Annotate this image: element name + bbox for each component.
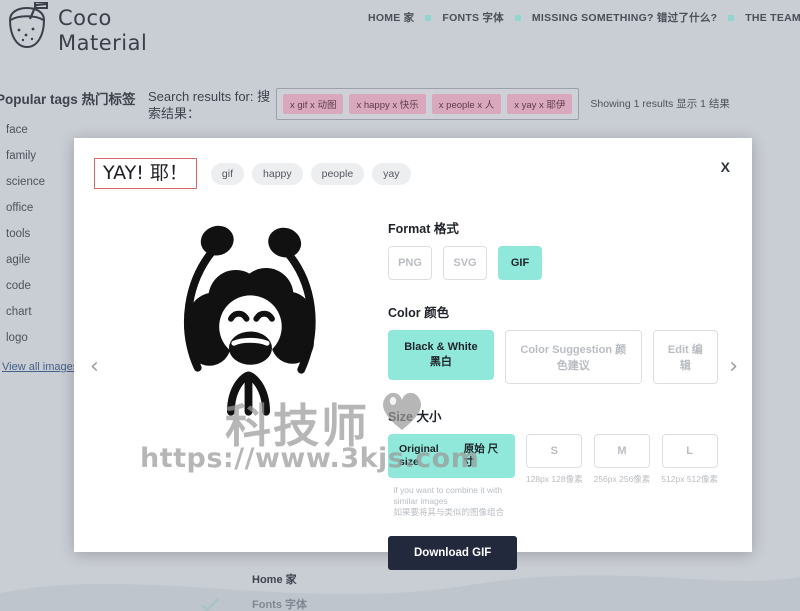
color-section: Color 颜色 Black & White 黑白 Color Suggesti…	[388, 302, 718, 384]
logo-text-line2: Material	[58, 31, 148, 55]
sidebar-title: Popular tags 热门标签	[0, 92, 136, 107]
search-chip-people[interactable]: x people x 人	[431, 94, 502, 114]
size-caption-l: 512px 512像素	[661, 474, 718, 484]
color-option-edit[interactable]: Edit 编辑	[652, 330, 718, 384]
download-options: Format 格式 PNG SVG GIF Color 颜色 Black & W…	[388, 218, 718, 540]
main-navigation: HOME 家 FONTS 字体 MISSING SOMETHING? 错过了什么…	[368, 10, 800, 25]
search-chip-happy[interactable]: x happy x 快乐	[349, 94, 426, 114]
search-chip-yay[interactable]: x yay x 耶伊	[507, 94, 573, 114]
modal-tag-yay[interactable]: yay	[372, 162, 411, 185]
prev-image-icon[interactable]: ‹	[90, 356, 99, 378]
search-chip-container: x gif x 动图 x happy x 快乐 x people x 人 x y…	[276, 88, 580, 120]
size-option-original[interactable]: Original size 原始 尺寸	[388, 434, 515, 478]
size-option-m[interactable]: M	[593, 434, 650, 468]
nav-separator-icon	[514, 14, 521, 21]
nav-fonts[interactable]: FONTS 字体	[442, 10, 504, 25]
size-caption-s: 128px 128像素	[525, 474, 583, 484]
logo-text-line1: Coco	[58, 6, 112, 30]
size-helper-text: if you want to combine it with similar i…	[393, 485, 509, 518]
size-helper-cn: 如果要将其与类似的图像组合	[393, 507, 504, 517]
app-root: Coco Material HOME 家 FONTS 字体 MISSING SO…	[0, 0, 800, 611]
search-results-bar: Search results for: 搜索结果： x gif x 动图 x h…	[148, 88, 768, 122]
size-original-en: Original size	[399, 443, 439, 468]
cheering-person-illustration	[183, 225, 316, 416]
modal-header: YAY! 耶！ gif happy people yay	[94, 158, 411, 189]
format-label: Format 格式	[388, 222, 459, 236]
format-option-png[interactable]: PNG	[388, 246, 432, 280]
coconut-drink-icon	[6, 1, 52, 52]
size-section: Size 大小 Original size 原始 尺寸 if you want …	[388, 406, 718, 518]
nav-home[interactable]: HOME 家	[368, 10, 414, 25]
site-header: Coco Material HOME 家 FONTS 字体 MISSING SO…	[0, 0, 800, 62]
modal-tag-list: gif happy people yay	[210, 162, 411, 185]
download-button[interactable]: Download GIF	[388, 536, 518, 570]
search-results-label: Search results for: 搜索结果：	[148, 89, 271, 121]
format-option-gif[interactable]: GIF	[498, 246, 542, 280]
color-option-black-white[interactable]: Black & White 黑白	[388, 330, 494, 380]
close-icon[interactable]: X	[721, 159, 730, 175]
nav-separator-icon	[425, 14, 432, 21]
modal-tag-people[interactable]: people	[310, 162, 365, 185]
size-label: Size 大小	[388, 410, 442, 424]
results-count: Showing 1 results 显示 1 结果	[590, 98, 730, 110]
nav-missing[interactable]: MISSING SOMETHING? 错过了什么?	[532, 10, 717, 25]
size-option-s[interactable]: S	[526, 434, 583, 468]
image-preview	[124, 208, 372, 458]
size-helper-en: if you want to combine it with similar i…	[393, 485, 503, 506]
nav-team[interactable]: THE TEAM 团队	[745, 10, 800, 25]
modal-tag-happy[interactable]: happy	[252, 162, 303, 185]
size-option-l[interactable]: L	[661, 434, 718, 468]
size-caption-m: 256px 256像素	[593, 474, 651, 484]
search-chip-gif[interactable]: x gif x 动图	[283, 94, 344, 114]
format-section: Format 格式 PNG SVG GIF	[388, 218, 718, 280]
format-option-svg[interactable]: SVG	[443, 246, 487, 280]
color-option-color-suggestion[interactable]: Color Suggestion 颜色建议	[504, 330, 642, 384]
image-detail-modal: YAY! 耶！ gif happy people yay X ‹ › Forma…	[74, 138, 752, 570]
color-label: Color 颜色	[388, 306, 450, 320]
next-image-icon[interactable]: ›	[729, 356, 738, 378]
modal-tag-gif[interactable]: gif	[210, 162, 245, 185]
size-original-cn: 原始 尺寸	[463, 443, 499, 468]
site-logo[interactable]: Coco Material	[6, 1, 148, 56]
modal-title: YAY! 耶！	[94, 158, 197, 189]
nav-separator-icon	[728, 14, 735, 21]
